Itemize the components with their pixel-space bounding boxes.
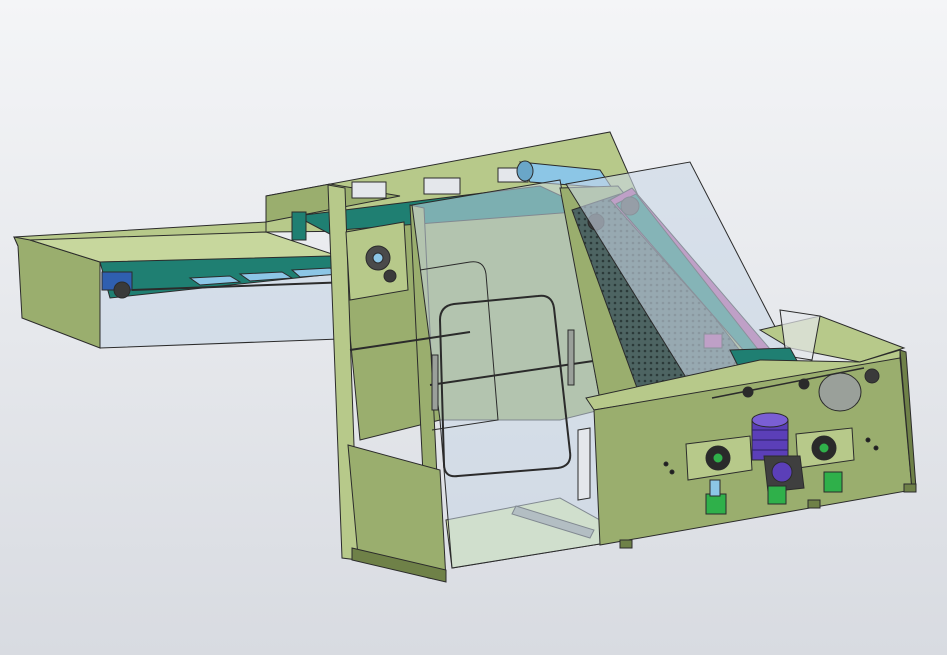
- main-body: [327, 179, 601, 583]
- green-bracket-2: [767, 485, 787, 505]
- fan-opening: [818, 372, 862, 412]
- cad-viewport[interactable]: [0, 0, 947, 655]
- green-bracket-1: [705, 493, 727, 515]
- machine-3d-model[interactable]: [0, 0, 947, 655]
- green-bracket-3: [823, 471, 843, 493]
- door-handle[interactable]: [431, 354, 439, 411]
